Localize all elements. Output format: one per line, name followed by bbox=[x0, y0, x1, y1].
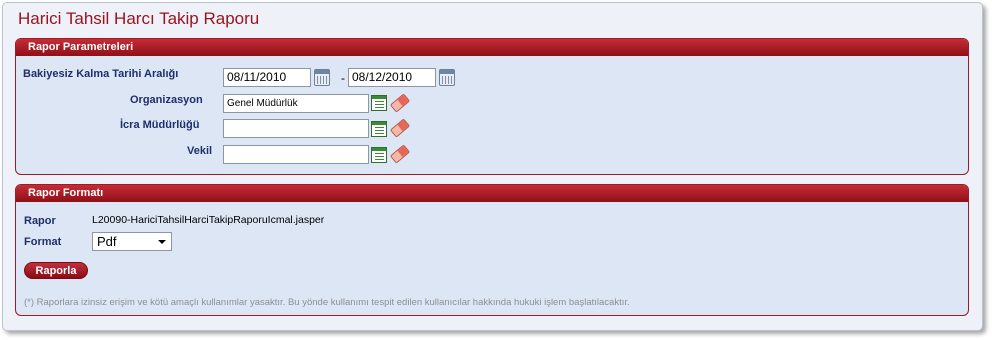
icra-mudurlugu-input[interactable] bbox=[223, 119, 369, 138]
date-to-input[interactable]: 08/12/2010 bbox=[348, 68, 436, 87]
vekil-label: Vekil bbox=[187, 145, 213, 157]
calendar-icon[interactable] bbox=[314, 69, 330, 86]
format-panel-title: Rapor Formatı bbox=[16, 185, 968, 202]
format-label: Format bbox=[24, 236, 62, 248]
date-from-input[interactable]: 08/11/2010 bbox=[223, 68, 311, 87]
rapor-label: Rapor bbox=[24, 215, 56, 227]
list-select-icon[interactable] bbox=[371, 121, 387, 137]
calendar-icon[interactable] bbox=[439, 69, 455, 86]
parameters-panel: Rapor Parametreleri bbox=[15, 38, 969, 175]
date-range-label: Bakiyesiz Kalma Tarihi Aralığı bbox=[23, 68, 179, 80]
parameters-panel-title: Rapor Parametreleri bbox=[16, 39, 968, 56]
list-select-icon[interactable] bbox=[371, 147, 387, 163]
format-select[interactable]: Pdf bbox=[92, 232, 172, 251]
legal-note: (*) Raporlara izinsiz erişim ve kötü ama… bbox=[24, 297, 630, 308]
icra-mudurlugu-label: İcra Müdürlüğü bbox=[120, 119, 200, 131]
organizasyon-label: Organizasyon bbox=[130, 94, 203, 106]
rapor-file-name: L20090-HariciTahsilHarciTakipRaporuIcmal… bbox=[92, 214, 325, 226]
page-title: Harici Tahsil Harcı Takip Raporu bbox=[18, 9, 260, 28]
raporla-button[interactable]: Raporla bbox=[24, 262, 88, 279]
vekil-input[interactable] bbox=[223, 145, 369, 164]
date-range-separator: - bbox=[341, 71, 345, 85]
format-selected-value: Pdf bbox=[97, 234, 117, 249]
list-select-icon[interactable] bbox=[371, 95, 387, 111]
dropdown-arrow-icon bbox=[158, 240, 166, 244]
organizasyon-input[interactable]: Genel Müdürlük bbox=[223, 94, 369, 113]
